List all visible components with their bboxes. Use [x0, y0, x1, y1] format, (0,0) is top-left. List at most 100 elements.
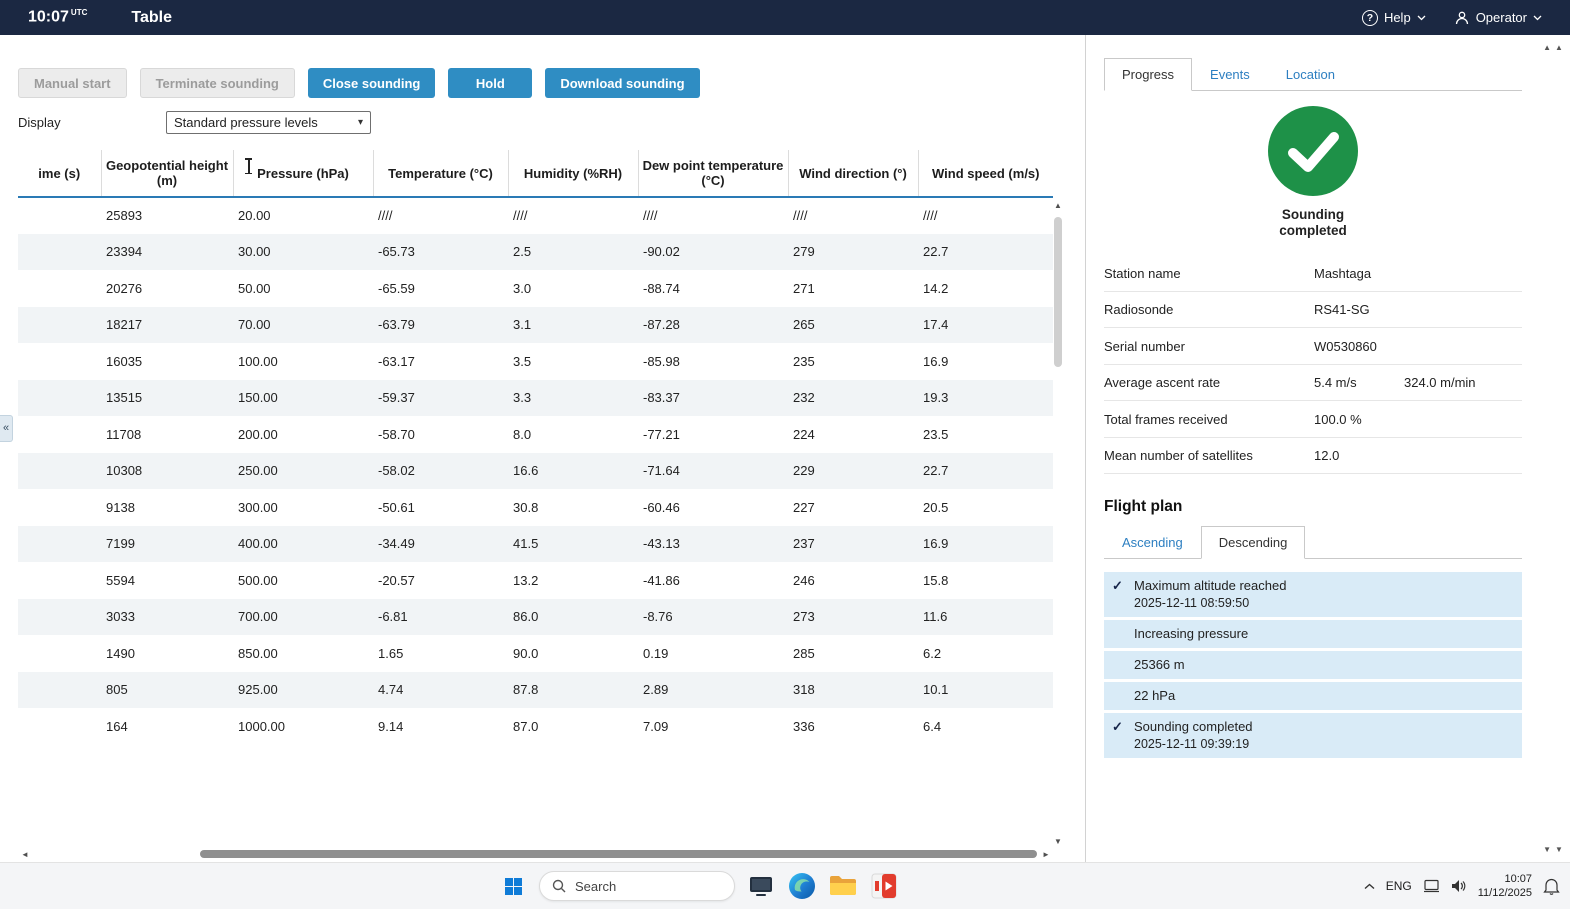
table-cell: 0.19: [643, 645, 669, 661]
table-cell: [18, 306, 101, 343]
notifications-button[interactable]: [1543, 877, 1560, 895]
column-header-5: Dew point temperature (°C): [637, 150, 788, 198]
table-cell: 1.65: [378, 645, 404, 661]
right-panel: Progress Events Location Sounding complete…: [1085, 35, 1540, 862]
language-indicator[interactable]: ENG: [1386, 879, 1412, 893]
table-row: 1490 850.00 1.65 90.0 0.19 285 6.2: [18, 635, 1053, 672]
table-cell: 41.5: [508, 525, 638, 562]
taskbar-search[interactable]: Search: [539, 871, 735, 901]
taskbar-app-sounding[interactable]: [869, 871, 899, 901]
table-cell: [18, 562, 101, 599]
scroll-down-icons[interactable]: ▼▼: [1543, 845, 1567, 854]
start-button[interactable]: [498, 871, 528, 901]
operator-menu[interactable]: Operator: [1454, 10, 1542, 26]
table-cell: 2.5: [508, 233, 638, 270]
sounding-data-table: ime (s) Geopotential height (m) Pressure (…: [18, 150, 1053, 745]
display-label: Display: [18, 114, 61, 130]
table-cell: 86.0: [508, 598, 638, 635]
table-cell: -43.13: [638, 525, 788, 562]
table-cell: 235: [793, 353, 815, 369]
event-title: Maximum altitude reached: [1134, 578, 1287, 594]
close-sounding-button[interactable]: Close sounding: [307, 68, 436, 98]
topbar: 10:07 UTC Table ? Help Operator: [0, 0, 1570, 35]
table-vertical-scrollbar[interactable]: ▲ ▼: [1051, 201, 1065, 846]
table-cell: -65.59: [378, 280, 415, 296]
help-menu[interactable]: ? Help: [1361, 9, 1426, 26]
search-icon: [552, 879, 566, 893]
scroll-down-icon[interactable]: ▼: [1051, 837, 1065, 846]
table-horizontal-scrollbar[interactable]: ◄ ►: [18, 847, 1053, 861]
sounding-app-icon: [871, 873, 897, 899]
search-placeholder: Search: [575, 878, 617, 894]
page-scrollbar[interactable]: ▲▲ ▼▼: [1540, 35, 1570, 862]
flight-event: 22 hPa: [1104, 682, 1522, 711]
table-cell: -41.86: [643, 572, 680, 588]
chevron-down-icon: [1417, 15, 1426, 20]
table-cell: -60.46: [643, 499, 680, 515]
table-cell: 232: [788, 379, 918, 416]
table-cell: 90.0: [513, 645, 539, 661]
chevron-down-icon: [1533, 15, 1542, 20]
display-select[interactable]: Standard pressure levels ▾: [166, 110, 371, 134]
horizontal-scroll-thumb[interactable]: [200, 850, 1037, 858]
table-row: 7199 400.00 -34.49 41.5 -43.13 237 16.9: [18, 525, 1053, 562]
table-cell: 16.6: [508, 452, 638, 489]
download-sounding-button[interactable]: Download sounding: [545, 68, 700, 98]
tab-descending[interactable]: Descending: [1200, 526, 1306, 560]
table-cell: [18, 343, 101, 380]
table-cell: 13.2: [513, 572, 539, 588]
topbar-menus: ? Help Operator: [1361, 9, 1542, 26]
table-cell: 8.0: [513, 426, 532, 442]
event-content: 25366 m: [1134, 657, 1185, 672]
table-cell: 265: [788, 306, 918, 343]
display-device-indicator[interactable]: [1423, 879, 1440, 893]
detail-label: Station name: [1104, 265, 1181, 281]
table-row: 11708 200.00 -58.70 8.0 -77.21 224 23.5: [18, 416, 1053, 453]
table-cell: 224: [793, 426, 815, 442]
taskbar-app-explorer[interactable]: [828, 871, 858, 901]
table-cell: -58.70: [378, 426, 415, 442]
horizontal-scroll-track[interactable]: [32, 847, 1039, 861]
table-cell: 6.2: [923, 645, 942, 661]
table-cell: -63.79: [373, 306, 508, 343]
scroll-left-icon[interactable]: ◄: [18, 850, 32, 859]
table-cell: -85.98: [643, 353, 680, 369]
tab-ascending[interactable]: Ascending: [1104, 526, 1201, 559]
flight-event: Increasing pressure: [1104, 620, 1522, 649]
panel-tabs: Progress Events Location: [1104, 58, 1522, 91]
table-row: 805 925.00 4.74 87.8 2.89 318 10.1: [18, 671, 1053, 708]
display-row: Display Standard pressure levels ▾: [18, 110, 371, 134]
vertical-scroll-thumb[interactable]: [1054, 217, 1062, 367]
tab-events[interactable]: Events: [1192, 58, 1268, 91]
tab-progress[interactable]: Progress: [1104, 58, 1193, 91]
chevron-up-icon: [1364, 883, 1375, 889]
taskbar-app-edge[interactable]: [787, 871, 817, 901]
table-cell: 3.1: [508, 306, 638, 343]
detail-value-secondary: 324.0 m/min: [1404, 375, 1476, 391]
check-placeholder: [1112, 657, 1134, 672]
table-cell: 16.9: [918, 525, 1053, 562]
terminal-app-icon: [750, 877, 772, 896]
hold-button[interactable]: Hold: [448, 68, 533, 98]
table-cell: -65.73: [373, 233, 508, 270]
table-cell: ////: [378, 208, 393, 224]
taskbar-clock[interactable]: 10:07 11/12/2025: [1478, 872, 1532, 901]
taskbar-chevron-up[interactable]: [1364, 883, 1375, 890]
scroll-up-icons[interactable]: ▲▲: [1543, 43, 1567, 52]
volume-indicator[interactable]: [1451, 879, 1467, 893]
scroll-right-icon[interactable]: ►: [1039, 850, 1053, 859]
collapse-panel-button[interactable]: «: [0, 415, 13, 442]
table-cell: 25893: [106, 208, 143, 224]
tab-location[interactable]: Location: [1268, 58, 1353, 91]
windows-taskbar: Search ENG 10:07 11/12/2025: [0, 862, 1570, 909]
scroll-up-icon[interactable]: ▲: [1051, 201, 1065, 210]
table-cell: 30.8: [513, 499, 539, 515]
table-row: 3033 700.00 -6.81 86.0 -8.76 273 11.6: [18, 598, 1053, 635]
table-cell: 20.5: [923, 499, 949, 515]
manual-start-button: Manual start: [18, 68, 127, 98]
taskbar-app-terminal[interactable]: [746, 871, 776, 901]
success-check-icon: [1267, 105, 1359, 197]
table-cell: [18, 671, 101, 708]
table-cell: 14.2: [923, 280, 949, 296]
event-content: 22 hPa: [1134, 688, 1175, 703]
